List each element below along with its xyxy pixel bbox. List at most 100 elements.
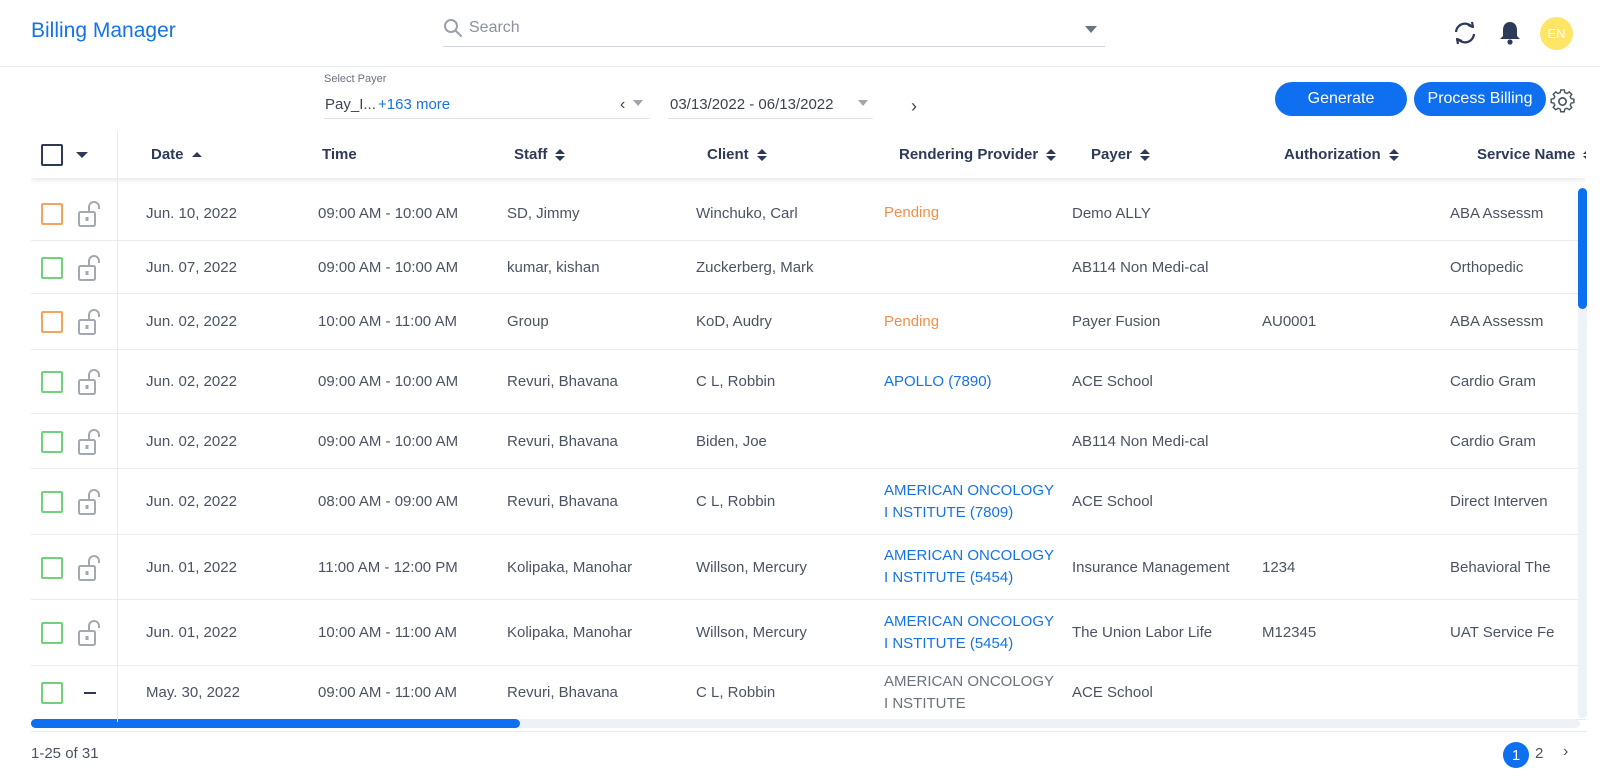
- generate-button[interactable]: Generate: [1275, 82, 1407, 116]
- horizontal-scrollbar-thumb[interactable]: [31, 719, 520, 728]
- minus-icon[interactable]: [84, 692, 96, 694]
- column-header-time[interactable]: Time: [322, 131, 357, 178]
- page-button-1[interactable]: 1: [1503, 742, 1529, 768]
- row-checkbox[interactable]: [41, 311, 63, 333]
- table-row[interactable]: Jun. 01, 2022 11:00 AM - 12:00 PM Kolipaka…: [31, 535, 1586, 600]
- row-checkbox[interactable]: [41, 622, 63, 644]
- table-row[interactable]: Jun. 07, 2022 09:00 AM - 10:00 AM kumar, k…: [31, 241, 1586, 294]
- cell-client: Willson, Mercury: [696, 624, 807, 641]
- cell-service: Cardio Gram: [1450, 373, 1536, 390]
- cell-date: Jun. 02, 2022: [146, 432, 237, 450]
- cell-provider[interactable]: AMERICAN ONCOLOGY I NSTITUTE (7809): [884, 469, 1059, 534]
- cell-date: Jun. 07, 2022: [146, 258, 237, 276]
- cell-date: Jun. 10, 2022: [146, 204, 237, 222]
- cell-time: 10:00 AM - 11:00 AM: [318, 624, 457, 641]
- table-row[interactable]: May. 30, 2022 09:00 AM - 11:00 AM Revuri, …: [31, 666, 1586, 720]
- unlock-icon[interactable]: [76, 368, 102, 396]
- chevron-down-icon[interactable]: [1085, 26, 1097, 33]
- row-checkbox[interactable]: [41, 491, 63, 513]
- cell-provider[interactable]: APOLLO (7890): [884, 350, 1059, 413]
- cell-client: C L, Robbin: [696, 493, 776, 510]
- row-checkbox[interactable]: [41, 371, 63, 393]
- cell-provider[interactable]: AMERICAN ONCOLOGY I NSTITUTE (5454): [884, 600, 1059, 665]
- row-checkbox[interactable]: [41, 202, 63, 225]
- cell-staff: Revuri, Bhavana: [507, 684, 618, 701]
- payer-select[interactable]: Pay_I... +163 more ‹: [324, 92, 650, 119]
- table-row[interactable]: Jun. 01, 2022 10:00 AM - 11:00 AM Kolipaka…: [31, 600, 1586, 666]
- vertical-scrollbar-thumb[interactable]: [1578, 188, 1587, 309]
- table-row[interactable]: Jun. 02, 2022 09:00 AM - 10:00 AM Revuri, …: [31, 350, 1586, 414]
- table-row[interactable]: Jun. 02, 2022 10:00 AM - 11:00 AM Group KoD…: [31, 294, 1586, 350]
- cell-staff: Revuri, Bhavana: [507, 432, 618, 450]
- column-header-authorization[interactable]: Authorization: [1284, 131, 1399, 178]
- page-button-2[interactable]: 2: [1535, 745, 1543, 762]
- row-checkbox[interactable]: [41, 430, 63, 453]
- chevron-left-icon[interactable]: ‹: [620, 96, 625, 114]
- cell-staff: Kolipaka, Manohar: [507, 558, 633, 576]
- date-range-select[interactable]: 03/13/2022 - 06/13/2022: [668, 92, 873, 119]
- unlock-icon[interactable]: [76, 200, 102, 228]
- chevron-down-icon[interactable]: [76, 152, 88, 158]
- cell-service: ABA Assessm: [1450, 204, 1544, 222]
- search-box[interactable]: [443, 14, 1105, 47]
- cell-provider: Pending: [884, 204, 940, 221]
- process-billing-button[interactable]: Process Billing: [1414, 82, 1546, 116]
- payer-more-link[interactable]: +163 more: [378, 96, 450, 113]
- cell-provider: [884, 241, 1059, 293]
- chevron-down-icon[interactable]: [858, 100, 868, 106]
- cell-authorization: M12345: [1262, 624, 1317, 641]
- cell-client: C L, Robbin: [696, 373, 776, 390]
- avatar[interactable]: EN: [1540, 17, 1573, 50]
- unlock-icon[interactable]: [76, 488, 102, 516]
- cell-staff: Group: [507, 313, 549, 330]
- cell-staff: Revuri, Bhavana: [507, 373, 618, 390]
- cell-payer: ACE School: [1072, 493, 1153, 510]
- gear-icon[interactable]: [1550, 89, 1575, 114]
- sort-icon: [1388, 148, 1399, 161]
- sort-icon: [1583, 148, 1586, 161]
- table-row[interactable]: Jun. 02, 2022 09:00 AM - 10:00 AM Revuri, …: [31, 414, 1586, 469]
- cell-date: Jun. 01, 2022: [146, 558, 237, 576]
- unlock-icon[interactable]: [76, 308, 102, 336]
- column-header-payer[interactable]: Payer: [1091, 131, 1150, 178]
- bell-icon[interactable]: [1498, 20, 1522, 46]
- cell-provider: [884, 414, 1059, 468]
- cell-payer: Demo ALLY: [1072, 204, 1151, 222]
- column-header-staff[interactable]: Staff: [514, 131, 566, 178]
- cell-provider[interactable]: AMERICAN ONCOLOGY I NSTITUTE (5454): [884, 535, 1059, 599]
- cell-time: 09:00 AM - 10:00 AM: [318, 258, 459, 276]
- cell-service: Behavioral The: [1450, 558, 1551, 576]
- unlock-icon[interactable]: [76, 619, 102, 647]
- table-row[interactable]: Jun. 10, 2022 09:00 AM - 10:00 AM SD, Jimm…: [31, 186, 1586, 241]
- cell-client: Willson, Mercury: [696, 558, 807, 576]
- search-input[interactable]: [469, 17, 1049, 39]
- row-checkbox[interactable]: [41, 556, 63, 579]
- column-header-rendering-provider[interactable]: Rendering Provider: [899, 131, 1057, 178]
- row-checkbox[interactable]: [41, 256, 63, 279]
- sync-icon[interactable]: [1452, 20, 1478, 46]
- cell-service: Direct Interven: [1450, 493, 1548, 510]
- cell-time: 09:00 AM - 10:00 AM: [318, 432, 459, 450]
- payer-select-value: Pay_I...: [325, 96, 376, 113]
- chevron-right-icon[interactable]: ›: [1563, 743, 1568, 761]
- cell-date: Jun. 02, 2022: [146, 313, 237, 330]
- cell-staff: Kolipaka, Manohar: [507, 624, 633, 641]
- cell-time: 08:00 AM - 09:00 AM: [318, 493, 459, 510]
- column-header-service-name[interactable]: Service Name: [1477, 131, 1586, 178]
- unlock-icon[interactable]: [76, 554, 102, 582]
- cell-payer: The Union Labor Life: [1072, 624, 1213, 641]
- row-checkbox[interactable]: [41, 682, 63, 704]
- column-header-date[interactable]: Date: [151, 131, 202, 178]
- cell-service: Orthopedic: [1450, 258, 1524, 276]
- select-all-checkbox[interactable]: [41, 144, 63, 166]
- unlock-icon[interactable]: [76, 254, 102, 282]
- column-header-client[interactable]: Client: [707, 131, 767, 178]
- cell-staff: Revuri, Bhavana: [507, 493, 618, 510]
- chevron-down-icon[interactable]: [633, 100, 643, 106]
- sort-icon: [1139, 148, 1150, 161]
- unlock-icon[interactable]: [76, 428, 102, 456]
- app-title: Billing Manager: [31, 19, 176, 42]
- chevron-right-icon[interactable]: ›: [911, 96, 917, 117]
- table-row[interactable]: Jun. 02, 2022 08:00 AM - 09:00 AM Revuri, …: [31, 469, 1586, 535]
- cell-payer: ACE School: [1072, 684, 1153, 701]
